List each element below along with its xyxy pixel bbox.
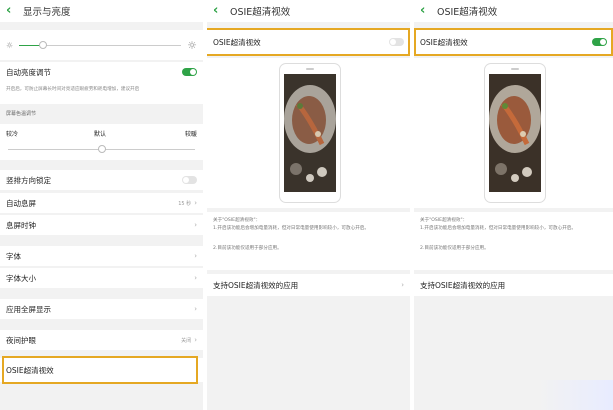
temp-default-label: 默认 [94, 131, 107, 138]
color-temp-slider[interactable] [8, 144, 195, 154]
chevron-right-icon: › [194, 199, 197, 207]
highlight-box [414, 28, 613, 56]
title-bar: ‹ OSIE超清视效 [414, 0, 613, 22]
chevron-right-icon: › [194, 221, 197, 229]
night-mode-row[interactable]: 夜间护眼 关闭 › [0, 330, 203, 350]
auto-brightness-label: 自动亮度调节 [6, 67, 51, 77]
supported-apps-label: 支持OSIE超清视效的应用 [420, 280, 506, 290]
auto-lock-label: 自动息屏 [6, 198, 36, 208]
auto-brightness-toggle[interactable] [182, 68, 197, 76]
back-button[interactable]: ‹ [213, 0, 227, 22]
preview-area [414, 58, 613, 208]
back-button[interactable]: ‹ [420, 0, 434, 22]
brightness-slider-row: ☼ ☼ [0, 30, 203, 60]
page-title: OSIE超清视效 [230, 7, 291, 18]
rotation-lock-row[interactable]: 竖排方向锁定 [0, 170, 203, 190]
chevron-right-icon: › [194, 274, 197, 282]
watermark-gradient [538, 380, 613, 410]
page-title: OSIE超清视效 [437, 7, 498, 18]
color-temp-row: 较冷 默认 较暖 [0, 124, 203, 160]
title-bar: ‹ OSIE超清视效 [207, 0, 410, 22]
food-image [489, 74, 541, 192]
screen-clock-row[interactable]: 息屏时钟 › [0, 215, 203, 235]
about-title: 关于"OSIE超清视效"： [420, 218, 468, 223]
auto-brightness-row[interactable]: 自动亮度调节 [0, 62, 203, 82]
display-brightness-panel: ‹ 显示与亮度 ☼ ☼ 自动亮度调节 开启后，可防止屏幕长时间对亮适应眼疲劳和耗… [0, 0, 203, 410]
about-line-2: 2.目前该功能仅适用于部分应用。 [420, 246, 489, 251]
fullscreen-apps-row[interactable]: 应用全屏显示 › [0, 299, 203, 319]
preview-area [207, 58, 410, 208]
supported-apps-row[interactable]: 支持OSIE超清视效的应用 › [207, 274, 410, 296]
sun-large-icon: ☼ [187, 38, 197, 52]
night-mode-label: 夜间护眼 [6, 335, 36, 345]
auto-brightness-note-row: 开启后，可防止屏幕长时间对亮适应眼疲劳和耗电增加，建议开启 [0, 82, 203, 104]
font-size-label: 字体大小 [6, 273, 36, 283]
highlight-box [2, 356, 198, 384]
phone-preview [279, 63, 341, 203]
color-temp-heading: 屏幕色温调节 [6, 111, 37, 117]
temp-warm-label: 较暖 [184, 131, 197, 138]
font-row[interactable]: 字体 › [0, 246, 203, 266]
auto-lock-value: 15 秒 [178, 200, 192, 207]
chevron-right-icon: › [194, 305, 197, 313]
osie-panel-off: ‹ OSIE超清视效 OSIE超清视效 关于"OSIE超清视效"： 1.开启该功… [207, 0, 410, 410]
font-label: 字体 [6, 251, 21, 261]
brightness-slider-thumb[interactable] [39, 41, 48, 49]
chevron-right-icon: › [194, 252, 197, 260]
font-size-row[interactable]: 字体大小 › [0, 268, 203, 288]
title-bar: ‹ 显示与亮度 [0, 0, 203, 22]
night-mode-value: 关闭 [181, 337, 192, 344]
brightness-slider[interactable] [19, 40, 182, 50]
auto-brightness-note: 开启后，可防止屏幕长时间对亮适应眼疲劳和耗电增加，建议开启 [6, 87, 140, 92]
about-line-2: 2.目前该功能仅适用于部分应用。 [213, 246, 282, 251]
about-line-1: 1.开启该功能后会增加电量消耗，但对日常电量使用影响较小，可放心开启。 [420, 226, 576, 231]
supported-apps-row[interactable]: 支持OSIE超清视效的应用 [414, 274, 613, 296]
screen-clock-label: 息屏时钟 [6, 220, 36, 230]
osie-panel-on: ‹ OSIE超清视效 OSIE超清视效 关于"OSIE超清视效"： 1.开启该功… [414, 0, 613, 410]
rotation-lock-label: 竖排方向锁定 [6, 175, 51, 185]
rotation-lock-toggle[interactable] [182, 176, 197, 184]
highlight-box [207, 28, 410, 56]
about-title: 关于"OSIE超清视效"： [213, 218, 261, 223]
temp-cold-label: 较冷 [6, 131, 19, 138]
back-button[interactable]: ‹ [6, 0, 20, 22]
phone-preview [484, 63, 546, 203]
chevron-right-icon: › [194, 336, 197, 344]
auto-lock-row[interactable]: 自动息屏 15 秒 › [0, 193, 203, 213]
fullscreen-apps-label: 应用全屏显示 [6, 304, 51, 314]
sun-small-icon: ☼ [6, 40, 14, 50]
supported-apps-label: 支持OSIE超清视效的应用 [213, 280, 299, 290]
chevron-right-icon: › [401, 281, 404, 289]
about-line-1: 1.开启该功能后会增加电量消耗，但对日常电量使用影响较小，可放心开启。 [213, 226, 369, 231]
page-title: 显示与亮度 [23, 7, 71, 18]
color-temp-slider-thumb[interactable] [98, 145, 106, 153]
food-image [284, 74, 336, 192]
